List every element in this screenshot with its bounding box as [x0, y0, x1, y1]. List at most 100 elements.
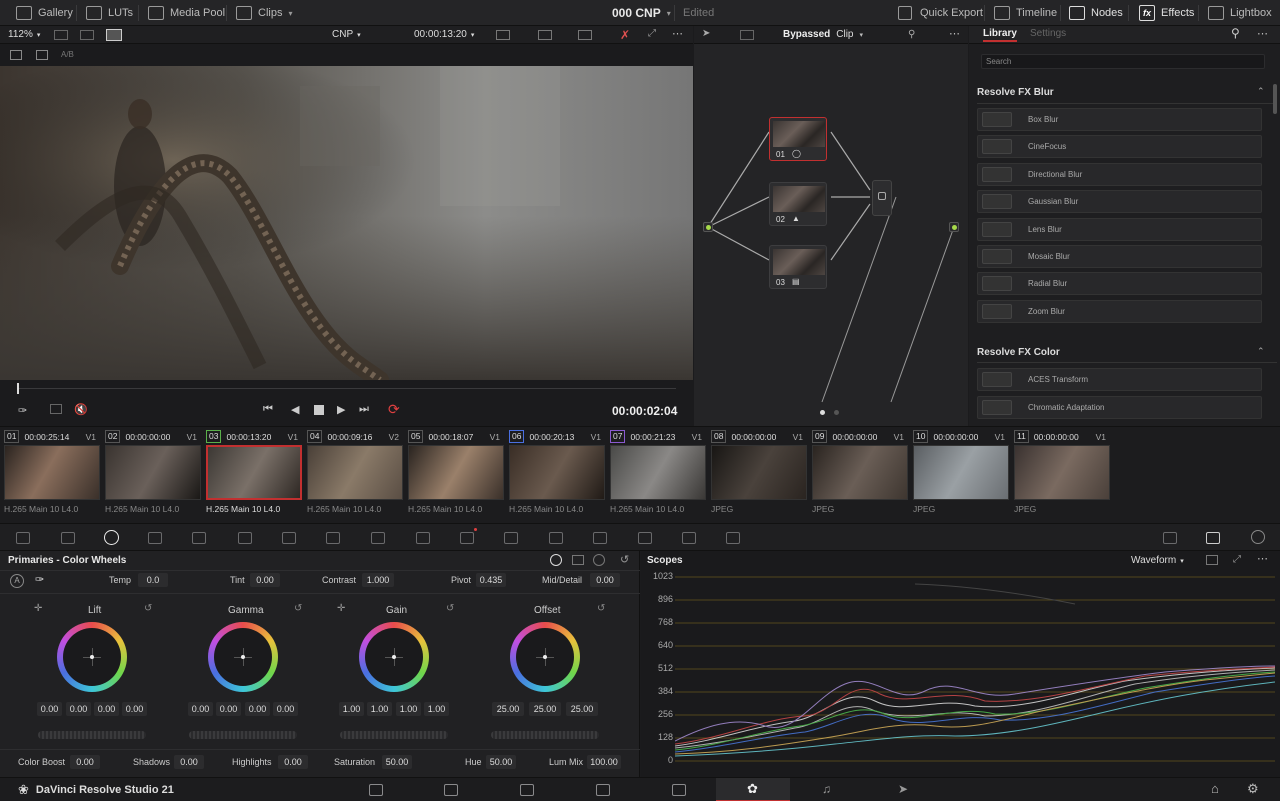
source-input[interactable] — [703, 222, 713, 232]
sizing-icon[interactable] — [682, 532, 696, 544]
lift-master-wheel[interactable] — [38, 731, 146, 739]
bars-mode-icon[interactable] — [572, 555, 584, 565]
step-back-icon[interactable]: ◀ — [291, 403, 299, 416]
cursor-icon[interactable] — [578, 30, 592, 40]
lift-picker-icon[interactable]: ✛ — [34, 603, 42, 614]
node-01[interactable]: 01 ◯ — [769, 117, 827, 161]
clip-thumbnail[interactable]: 09 00:00:00:00 V1 JPEG — [808, 427, 908, 524]
lift-y-field[interactable]: 0.00 — [37, 702, 62, 716]
temp-field[interactable]: 0.0 — [138, 573, 168, 587]
fullscreen-icon[interactable]: ⤢ — [648, 28, 656, 39]
bypass-grades-icon[interactable]: ✗ — [620, 28, 630, 42]
cut-page-icon[interactable] — [444, 784, 458, 796]
motion-effects-icon[interactable] — [238, 532, 252, 544]
pointer-icon[interactable]: ➤ — [702, 28, 710, 39]
playhead[interactable] — [17, 383, 19, 394]
tint-field[interactable]: 0.00 — [250, 573, 280, 587]
timecode-dropdown[interactable]: 00:00:13:20 ▾ — [414, 29, 474, 40]
keyframes-icon[interactable] — [1163, 532, 1177, 544]
clip-thumbnail[interactable]: 10 00:00:00:00 V1 JPEG — [909, 427, 1009, 524]
edit-page-icon[interactable] — [520, 784, 534, 796]
contrast-field[interactable]: 1.000 — [362, 573, 394, 587]
saturation-field[interactable]: 50.00 — [382, 755, 412, 769]
ab-toggle[interactable]: A/B — [61, 50, 74, 59]
timeline-dropdown[interactable]: CNP ▾ — [332, 29, 361, 40]
node-02[interactable]: 02 ▲ — [769, 182, 827, 226]
offset-master-wheel[interactable] — [491, 731, 599, 739]
scrubber-track[interactable] — [18, 388, 676, 389]
home-icon[interactable]: ⌂ — [1211, 781, 1219, 796]
viewer-image[interactable] — [0, 66, 693, 380]
info-icon[interactable] — [1251, 530, 1265, 544]
gamma-b-field[interactable]: 0.00 — [273, 702, 298, 716]
display-icon[interactable] — [538, 30, 552, 40]
lift-r-field[interactable]: 0.00 — [66, 702, 91, 716]
camera-icon[interactable] — [10, 50, 22, 60]
gain-g-field[interactable]: 1.00 — [396, 702, 421, 716]
hdr-icon[interactable] — [148, 532, 162, 544]
nodes-button[interactable]: Nodes — [1069, 0, 1123, 26]
zoom-dropdown[interactable]: 112% ▾ — [8, 29, 40, 40]
rgb-mixer-icon[interactable] — [192, 532, 206, 544]
reset-icon[interactable]: ↺ — [144, 603, 152, 614]
section-color[interactable]: Resolve FX Color — [977, 347, 1060, 358]
reset-icon[interactable]: ↺ — [446, 603, 454, 614]
grid-viewer-icon[interactable] — [80, 30, 94, 40]
node-mode-dropdown[interactable]: Bypassed Clip ▾ — [783, 29, 863, 40]
eyedropper-icon[interactable] — [416, 532, 430, 544]
wheels-mode-icon[interactable] — [550, 554, 562, 566]
quick-export-button[interactable]: Quick Export — [898, 0, 983, 26]
fx-aces-transform[interactable]: ACES Transform — [977, 368, 1262, 391]
color-wheels-icon[interactable] — [104, 530, 119, 545]
reset-icon[interactable]: ↺ — [620, 553, 629, 566]
clip-thumbnail[interactable]: 11 00:00:00:00 V1 JPEG — [1010, 427, 1110, 524]
gain-wheel[interactable] — [359, 622, 429, 692]
hue-field[interactable]: 50.00 — [486, 755, 516, 769]
layer-mixer-node[interactable] — [872, 180, 892, 216]
clip-thumbnail[interactable]: 01 00:00:25:14 V1 H.265 Main 10 L4.0 — [0, 427, 100, 524]
lift-g-field[interactable]: 0.00 — [94, 702, 119, 716]
scope-settings-icon[interactable] — [1206, 555, 1218, 565]
node-03[interactable]: 03 ▤ — [769, 245, 827, 289]
clip-thumbnail[interactable]: 08 00:00:00:00 V1 JPEG — [707, 427, 807, 524]
clip-thumbnail[interactable]: 02 00:00:00:00 V1 H.265 Main 10 L4.0 — [101, 427, 201, 524]
fx-gaussian-blur[interactable]: Gaussian Blur — [977, 190, 1262, 213]
more-options-icon[interactable]: ⋯ — [672, 27, 683, 40]
log-mode-icon[interactable] — [593, 554, 605, 566]
luts-button[interactable]: LUTs — [86, 0, 133, 26]
lightbox-button[interactable]: Lightbox — [1208, 0, 1272, 26]
highlights-field[interactable]: 0.00 — [278, 755, 308, 769]
effects-button[interactable]: fx Effects — [1139, 0, 1194, 26]
offset-r-field[interactable]: 25.00 — [492, 702, 524, 716]
fx-chromatic-adaptation[interactable]: Chromatic Adaptation — [977, 396, 1262, 419]
reset-icon[interactable]: ↺ — [597, 603, 605, 614]
clip-thumbnail[interactable]: 04 00:00:09:16 V2 H.265 Main 10 L4.0 — [303, 427, 403, 524]
fx-directional-blur[interactable]: Directional Blur — [977, 163, 1262, 186]
color-page-tab[interactable]: ✿ — [716, 778, 790, 801]
collapse-icon[interactable]: ⌃ — [1257, 86, 1265, 97]
expand-icon[interactable]: ⤢ — [1233, 554, 1241, 565]
eyedropper-icon[interactable]: ✑ — [35, 573, 44, 586]
fx-lens-blur[interactable]: Lens Blur — [977, 218, 1262, 241]
scrollbar[interactable] — [1273, 84, 1277, 114]
clip-thumbnail[interactable]: 03 00:00:13:20 V1 H.265 Main 10 L4.0 — [202, 427, 302, 524]
output-node[interactable] — [949, 222, 959, 232]
fx-zoom-blur[interactable]: Zoom Blur — [977, 300, 1262, 323]
fusion-page-icon[interactable] — [596, 784, 610, 796]
offset-b-field[interactable]: 25.00 — [566, 702, 598, 716]
camera-raw-icon[interactable] — [16, 532, 30, 544]
gamma-y-field[interactable]: 0.00 — [188, 702, 213, 716]
gamma-wheel[interactable] — [208, 622, 278, 692]
viewer-options-icon[interactable] — [496, 30, 510, 40]
fx-mosaic-blur[interactable]: Mosaic Blur — [977, 245, 1262, 268]
fairlight-page-icon[interactable]: ♫ — [822, 782, 831, 796]
gain-b-field[interactable]: 1.00 — [424, 702, 449, 716]
clip-thumbnail[interactable]: 06 00:00:20:13 V1 H.265 Main 10 L4.0 — [505, 427, 605, 524]
fx-radial-blur[interactable]: Radial Blur — [977, 272, 1262, 295]
key-icon[interactable] — [638, 532, 652, 544]
settings-gear-icon[interactable]: ⚙ — [1247, 781, 1259, 797]
gamma-g-field[interactable]: 0.00 — [245, 702, 270, 716]
gamma-r-field[interactable]: 0.00 — [216, 702, 241, 716]
gain-master-wheel[interactable] — [340, 731, 448, 739]
color-match-icon[interactable] — [61, 532, 75, 544]
